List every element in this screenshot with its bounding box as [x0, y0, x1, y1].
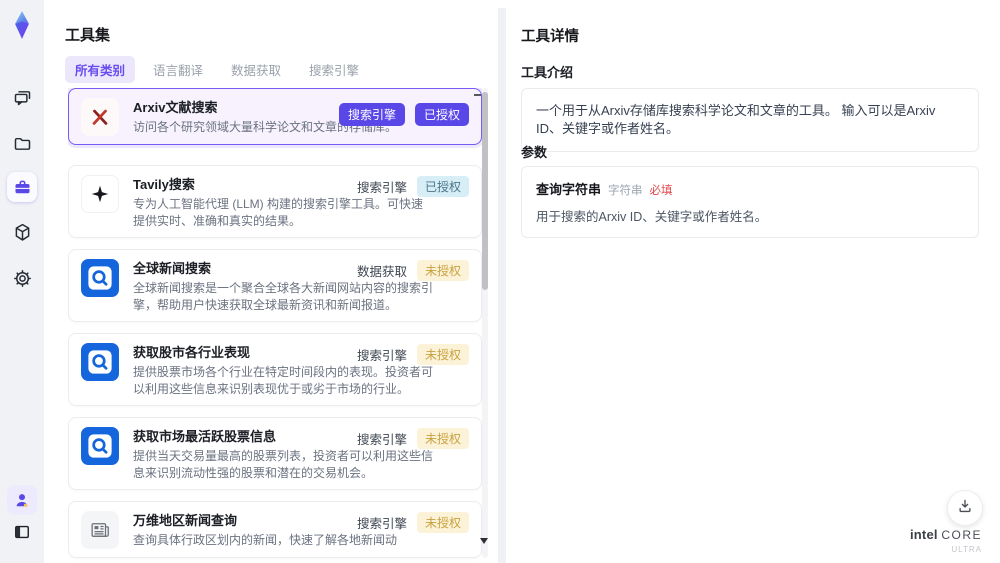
panel-divider [498, 8, 506, 563]
sidebar-item-collapse[interactable] [7, 517, 37, 547]
tab-0[interactable]: 所有类别 [65, 56, 136, 83]
param-desc: 用于搜索的Arxiv ID、关键字或作者姓名。 [536, 210, 768, 224]
tool-meta: 搜索引擎 已授权 [338, 103, 469, 126]
brand-intel-text: intel [909, 527, 938, 542]
tool-category-tag: 搜索引擎 [338, 103, 405, 126]
tab-2[interactable]: 数据获取 [221, 56, 291, 83]
param-required-badge: 必填 [649, 185, 673, 197]
intro-text: 一个用于从Arxiv存储库搜索科学论文和文章的工具。 输入可以是Arxiv ID… [536, 103, 936, 136]
sidebar-item-settings[interactable] [7, 263, 37, 293]
gear-icon [12, 268, 33, 289]
tool-category-tag: 搜索引擎 [356, 349, 407, 363]
param-name: 查询字符串 [536, 182, 602, 197]
tool-detail-panel: 工具详情 工具介绍 一个用于从Arxiv存储库搜索科学论文和文章的工具。 输入可… [506, 8, 1000, 563]
tool-auth-badge: 未授权 [416, 260, 469, 281]
brand-ultra-text: ultra [951, 545, 982, 554]
tool-auth-badge: 未授权 [416, 344, 469, 365]
scrollbar-thumb[interactable] [482, 92, 488, 290]
scroll-down-icon[interactable] [480, 538, 488, 544]
user-icon [12, 490, 32, 510]
tool-category-tag: 搜索引擎 [356, 517, 407, 531]
tool-desc: 全球新闻搜索是一个聚合全球各大新闻网站内容的搜索引擎，帮助用户快速获取全球最新资… [133, 281, 434, 312]
params-heading: 参数 [521, 145, 548, 160]
sidebar-item-profile[interactable] [7, 485, 37, 515]
toolbox-icon [12, 177, 33, 198]
tool-card-2[interactable]: 全球新闻搜索 全球新闻搜索是一个聚合全球各大新闻网站内容的搜索引擎，帮助用户快速… [68, 249, 482, 322]
tool-desc: 专为人工智能代理 (LLM) 构建的搜索引擎工具。可快速提供实时、准确和真实的结… [133, 197, 424, 228]
sidebar-item-toolbox[interactable] [7, 172, 37, 202]
chat-icon [12, 87, 33, 108]
arxiv-icon [81, 98, 119, 136]
sidebar-item-chat[interactable] [7, 82, 37, 112]
download-icon [956, 497, 974, 520]
intel-core-logo: intel core ultra [904, 526, 988, 554]
tavily-icon [81, 175, 119, 213]
page-title: 工具集 [65, 27, 111, 44]
tool-card-5[interactable]: 万维地区新闻查询 查询具体行政区划内的新闻，快速了解各地新闻动 搜索引擎 未授权 [68, 501, 482, 558]
app-logo-icon[interactable] [8, 10, 36, 40]
tool-meta: 数据获取 未授权 [357, 260, 469, 281]
category-tab-bar: 所有类别 语言翻译 数据获取 搜索引擎 [65, 56, 369, 83]
left-icon-rail [0, 0, 44, 563]
search-blue-icon [81, 427, 119, 465]
tool-auth-badge: 未授权 [416, 428, 469, 449]
tool-auth-badge: 已授权 [416, 176, 469, 197]
tool-meta: 搜索引擎 未授权 [357, 344, 469, 365]
tool-meta: 搜索引擎 未授权 [357, 512, 469, 533]
news-icon [81, 511, 119, 549]
tool-category-tag: 搜索引擎 [356, 181, 407, 195]
download-button[interactable] [947, 490, 983, 526]
tool-category-tag: 数据获取 [356, 265, 407, 279]
tool-card-0[interactable]: Arxiv文献搜索 访问各个研究领域大量科学论文和文章的存储库。 搜索引擎 已授… [68, 88, 482, 145]
tool-list: Arxiv文献搜索 访问各个研究领域大量科学论文和文章的存储库。 搜索引擎 已授… [68, 88, 482, 563]
sidebar-item-models[interactable] [7, 217, 37, 247]
intro-box: 一个用于从Arxiv存储库搜索科学论文和文章的工具。 输入可以是Arxiv ID… [521, 88, 979, 152]
param-box: 查询字符串 字符串 必填 用于搜索的Arxiv ID、关键字或作者姓名。 [521, 166, 979, 238]
tool-desc: 查询具体行政区划内的新闻，快速了解各地新闻动 [133, 533, 398, 547]
tool-auth-badge: 已授权 [414, 103, 469, 126]
search-blue-icon [81, 343, 119, 381]
detail-title: 工具详情 [521, 29, 579, 45]
tool-desc: 提供当天交易量最高的股票列表，投资者可以利用这些信息来识别流动性强的股票和潜在的… [133, 449, 434, 480]
tool-card-3[interactable]: 获取股市各行业表现 提供股票市场各个行业在特定时间段内的表现。投资者可以利用这些… [68, 333, 482, 406]
tool-desc: 提供股票市场各个行业在特定时间段内的表现。投资者可以利用这些信息来识别表现优于或… [133, 365, 434, 396]
folder-icon [12, 133, 33, 154]
cube-icon [12, 222, 33, 243]
sidebar-item-files[interactable] [7, 128, 37, 158]
tab-1[interactable]: 语言翻译 [143, 56, 213, 83]
brand-core-text: core [941, 528, 983, 542]
search-blue-icon [81, 259, 119, 297]
tool-card-1[interactable]: Tavily搜索 专为人工智能代理 (LLM) 构建的搜索引擎工具。可快速提供实… [68, 165, 482, 238]
param-type: 字符串 [608, 185, 643, 197]
intro-heading: 工具介绍 [521, 65, 574, 80]
tool-auth-badge: 未授权 [416, 512, 469, 533]
panel-toggle-icon [12, 522, 32, 542]
scroll-up-indicator[interactable] [474, 94, 481, 96]
tab-3[interactable]: 搜索引擎 [299, 56, 369, 83]
tool-card-4[interactable]: 获取市场最活跃股票信息 提供当天交易量最高的股票列表，投资者可以利用这些信息来识… [68, 417, 482, 490]
tool-category-tag: 搜索引擎 [356, 433, 407, 447]
tool-meta: 搜索引擎 已授权 [357, 176, 469, 197]
tool-meta: 搜索引擎 未授权 [357, 428, 469, 449]
tool-list-scrollbar[interactable] [482, 88, 488, 558]
app-window: 工具集 所有类别 语言翻译 数据获取 搜索引擎 Arxiv文献搜索 访问各个研究领域大… [0, 0, 1000, 563]
toolset-panel: 工具集 所有类别 语言翻译 数据获取 搜索引擎 Arxiv文献搜索 访问各个研究领域大… [44, 8, 498, 563]
